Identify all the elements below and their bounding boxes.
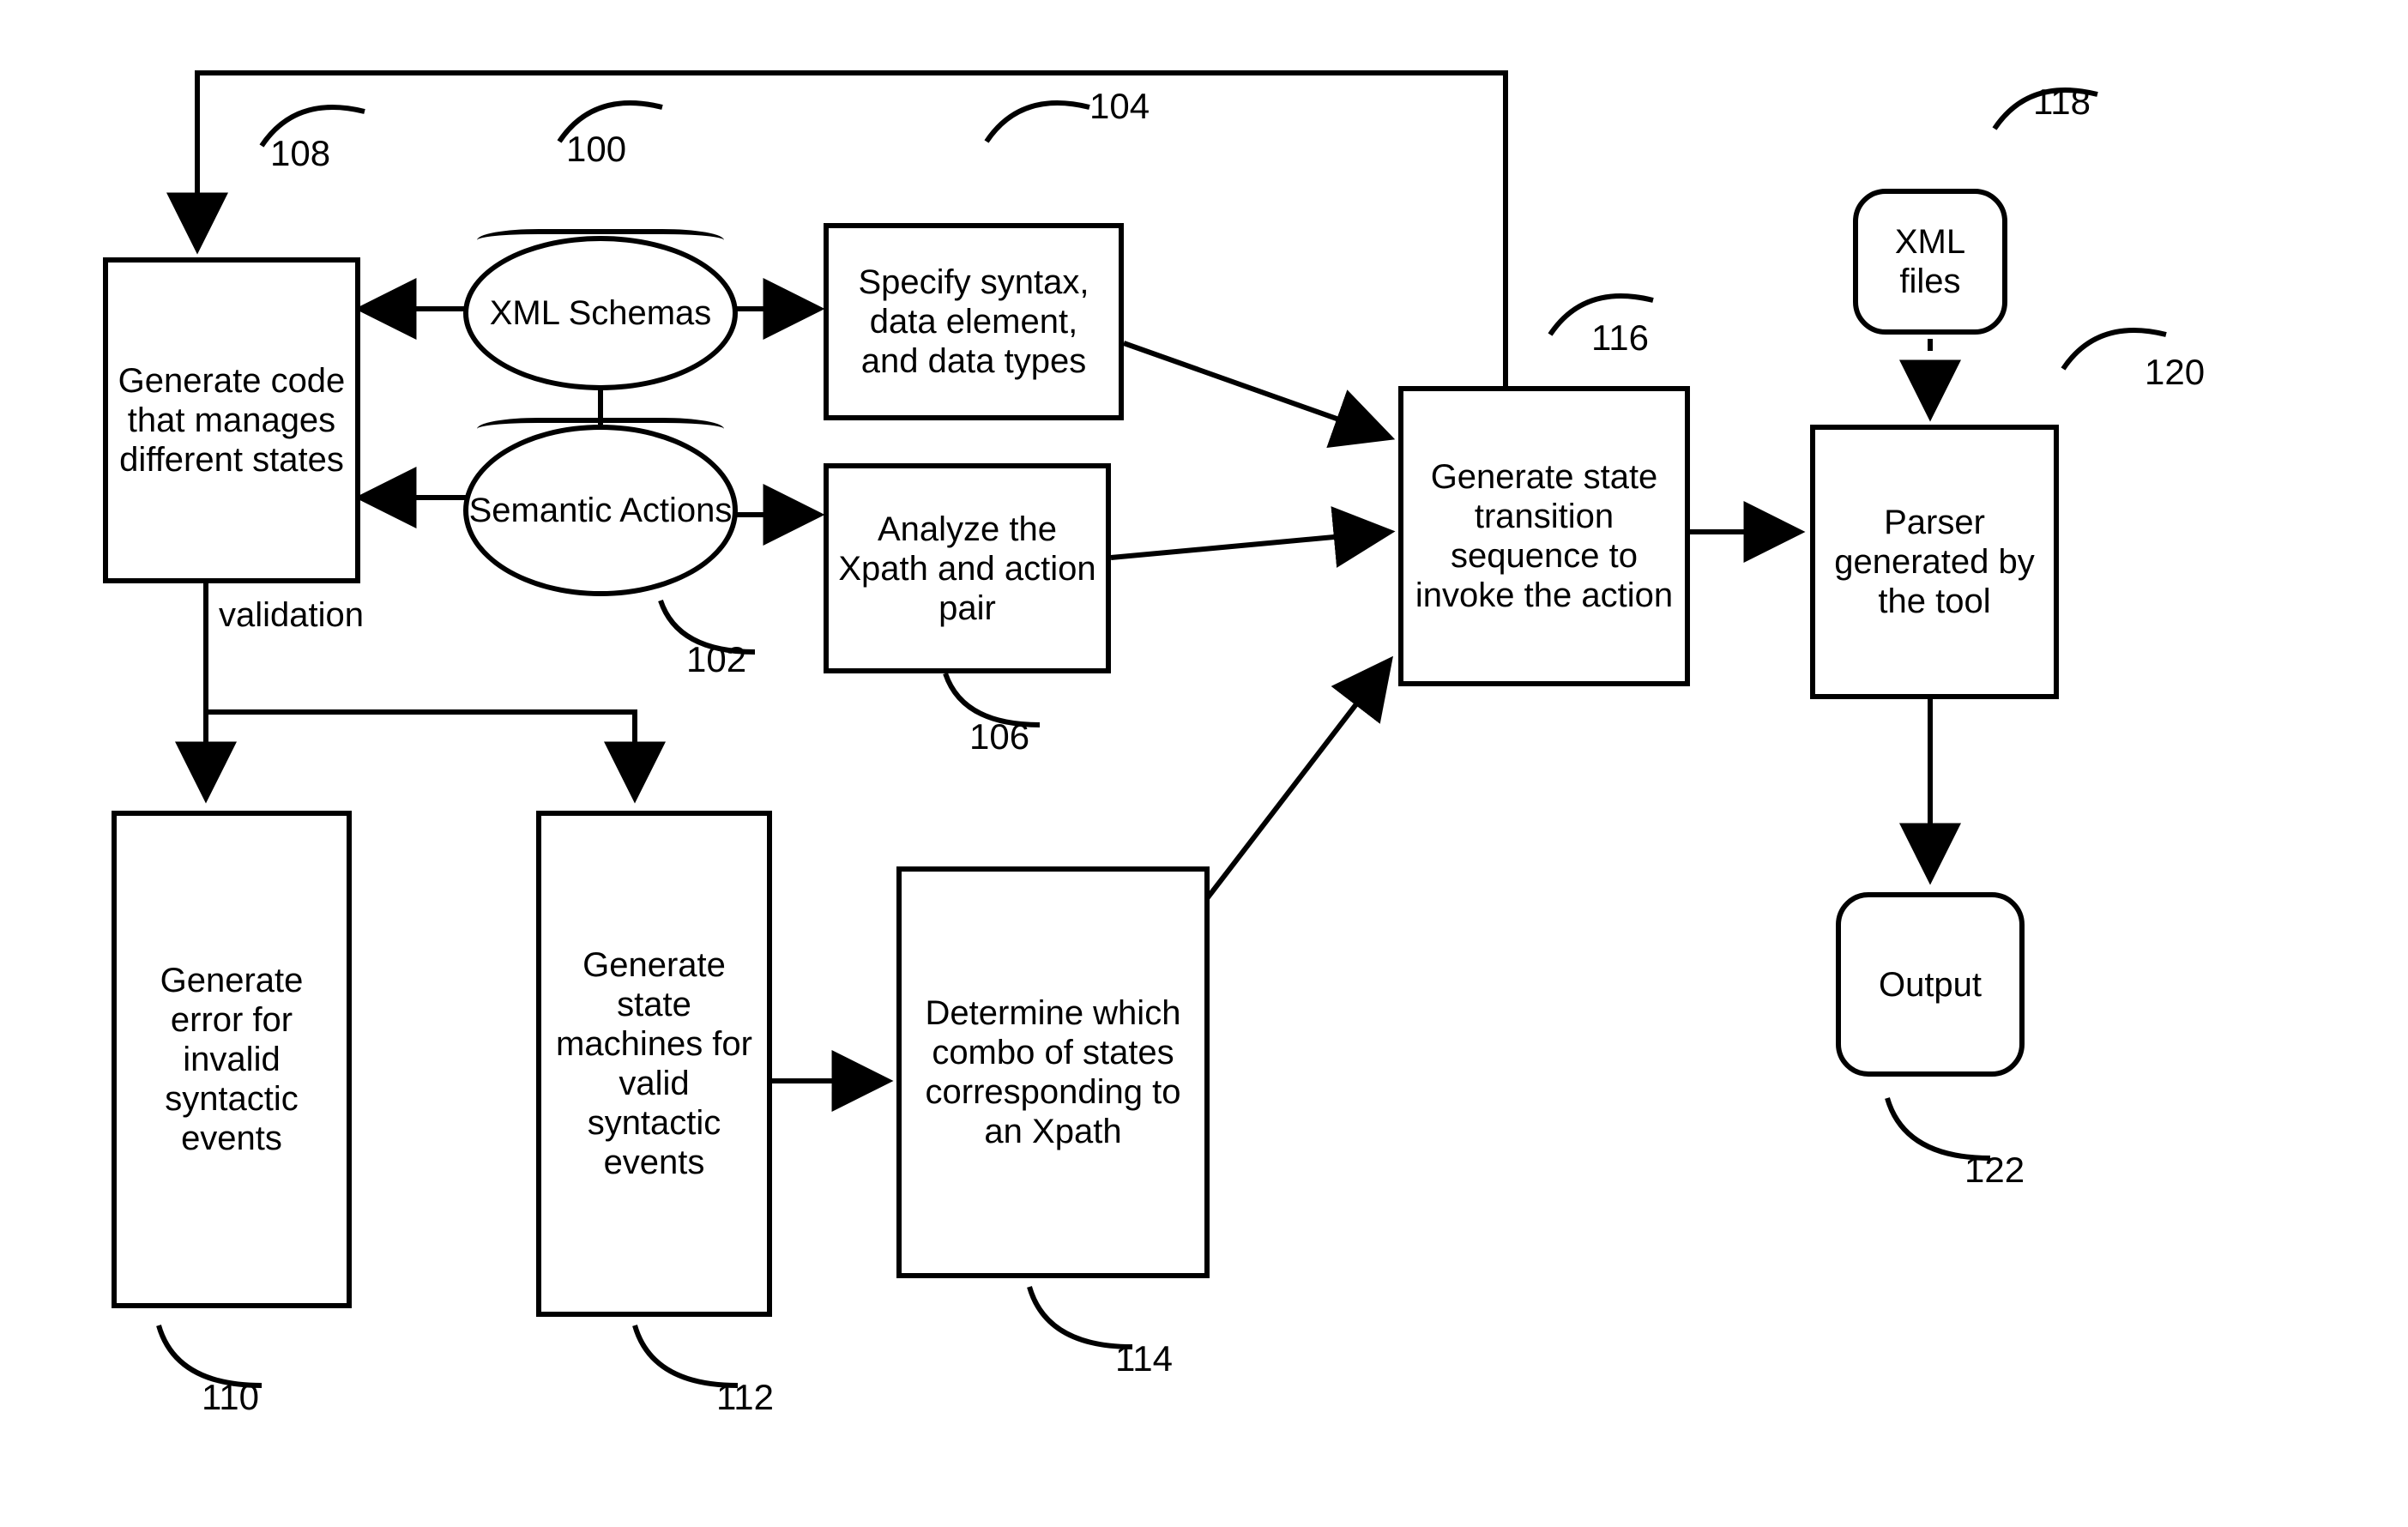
ref-label-114: 114 <box>1115 1338 1173 1379</box>
ref-label-104: 104 <box>1089 86 1150 127</box>
edge-114-to-116 <box>1205 661 1390 901</box>
ref-label-100: 100 <box>566 129 626 170</box>
node-114-text: Determine which combo of states correspo… <box>910 993 1196 1151</box>
node-106-text: Analyze the Xpath and action pair <box>837 510 1097 628</box>
ref-label-108: 108 <box>270 133 330 174</box>
edge-108-to-112 <box>206 712 635 798</box>
edge-106-to-116 <box>1111 532 1390 558</box>
node-specify-syntax: Specify syntax, data element, and data t… <box>824 223 1124 420</box>
ref-label-118: 118 <box>2033 81 2091 123</box>
ref-label-116: 116 <box>1591 317 1649 359</box>
node-determine-combo-states: Determine which combo of states correspo… <box>896 866 1210 1278</box>
ref-label-106: 106 <box>969 716 1029 757</box>
node-116-text: Generate state transition sequence to in… <box>1412 457 1676 615</box>
node-generate-state-machines: Generate state machines for valid syntac… <box>536 811 772 1317</box>
ref-label-120: 120 <box>2145 352 2205 393</box>
node-118-text: XML files <box>1867 222 1994 301</box>
node-xml-files: XML files <box>1853 189 2007 335</box>
node-semantic-actions-text: Semantic Actions <box>469 491 733 530</box>
edges-layer <box>0 0 2408 1527</box>
edge-label-validation: validation <box>219 596 364 635</box>
ref-label-102: 102 <box>686 639 746 680</box>
node-110-text: Generate error for invalid syntactic eve… <box>125 961 338 1158</box>
ref-label-112: 112 <box>716 1377 774 1418</box>
node-xml-schemas-text: XML Schemas <box>490 293 712 333</box>
node-xml-schemas: XML Schemas <box>463 236 738 390</box>
edge-104-to-116 <box>1124 343 1390 438</box>
node-output: Output <box>1836 892 2025 1077</box>
node-generate-code-manages-states: Generate code that manages different sta… <box>103 257 360 583</box>
node-104-text: Specify syntax, data element, and data t… <box>837 263 1110 381</box>
node-108-text: Generate code that manages different sta… <box>117 361 347 480</box>
ref-label-122: 122 <box>1964 1150 2025 1191</box>
ref-hook-104 <box>987 103 1089 142</box>
node-generate-error: Generate error for invalid syntactic eve… <box>112 811 352 1308</box>
node-semantic-actions: Semantic Actions <box>463 425 738 596</box>
node-analyze-xpath: Analyze the Xpath and action pair <box>824 463 1111 673</box>
node-120-text: Parser generated by the tool <box>1824 503 2045 621</box>
flowchart-canvas: XML Schemas Semantic Actions Generate co… <box>0 0 2408 1527</box>
node-parser-generated: Parser generated by the tool <box>1810 425 2059 699</box>
node-generate-state-transition: Generate state transition sequence to in… <box>1398 386 1690 686</box>
node-122-text: Output <box>1879 965 1982 1005</box>
ref-label-110: 110 <box>202 1377 259 1418</box>
node-112-text: Generate state machines for valid syntac… <box>550 945 758 1182</box>
